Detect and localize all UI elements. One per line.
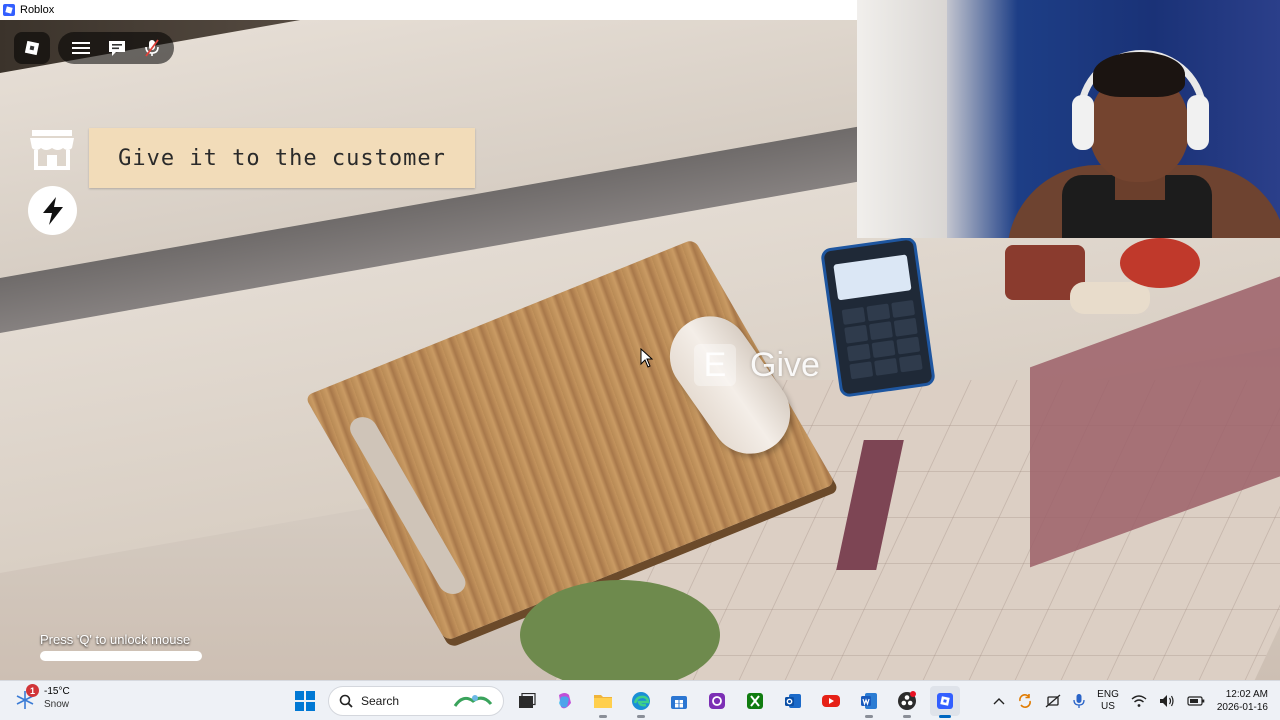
file-explorer-icon[interactable] — [588, 686, 618, 718]
interact-label: Give — [750, 345, 820, 384]
hamburger-menu-icon[interactable] — [72, 41, 90, 55]
purple-app-icon[interactable] — [702, 686, 732, 716]
webcam-person-hair — [1093, 52, 1185, 97]
webcam-curtain — [857, 0, 947, 238]
weather-widget[interactable]: 1 -15°C Snow — [14, 684, 70, 711]
edge-browser-icon[interactable] — [626, 686, 656, 718]
window-title: Roblox — [20, 4, 55, 16]
roblox-menu-button[interactable] — [14, 32, 50, 64]
word-icon[interactable] — [854, 686, 884, 718]
search-icon — [339, 694, 353, 708]
windows-start-icon[interactable] — [290, 686, 320, 716]
window-titlebar: Roblox — [0, 0, 857, 20]
sauce-bottle — [1070, 282, 1150, 314]
unlock-mouse-text: Press 'Q' to unlock mouse — [40, 632, 191, 647]
taskbar-apps: Search — [290, 685, 960, 718]
headset-right-cup — [1187, 95, 1209, 150]
search-highlight-icon — [453, 695, 493, 707]
weather-notification-badge: 1 — [26, 684, 39, 697]
terminal-keypad — [841, 299, 923, 380]
clock-date: 2026-01-16 — [1216, 702, 1268, 713]
roblox-topbar — [14, 32, 174, 64]
task-view-icon[interactable] — [512, 686, 542, 716]
interact-key: E — [694, 344, 736, 386]
wifi-icon[interactable] — [1131, 694, 1147, 708]
unlock-mouse-bar — [40, 651, 202, 661]
sync-icon[interactable] — [1017, 693, 1033, 709]
taskbar-search-box[interactable]: Search — [328, 686, 504, 716]
roblox-controls-group — [58, 32, 174, 64]
search-label: Search — [361, 694, 400, 708]
chevron-up-icon[interactable] — [993, 696, 1005, 706]
system-clock[interactable]: 12:02 AM 2026-01-16 — [1217, 688, 1268, 714]
windows-taskbar: 1 -15°C Snow Search ENG US 12:02 AM 2026… — [0, 680, 1280, 720]
screen: Roblox Give it to the customer E Give Pr… — [0, 0, 1280, 720]
weather-temperature: -15°C — [44, 686, 70, 697]
youtube-icon[interactable] — [816, 686, 846, 716]
task-objective-banner: Give it to the customer — [89, 128, 475, 188]
chat-icon[interactable] — [108, 40, 126, 57]
clock-time: 12:02 AM — [1225, 689, 1268, 700]
roblox-logo-icon — [24, 40, 40, 56]
copilot-icon[interactable] — [550, 686, 580, 716]
roblox-app-icon — [3, 4, 15, 16]
battery-icon[interactable] — [1187, 695, 1205, 707]
volume-icon[interactable] — [1159, 694, 1175, 708]
input-language[interactable]: ENG US — [1097, 689, 1119, 713]
payment-terminal[interactable] — [820, 236, 936, 398]
snow-weather-icon: 1 — [14, 684, 39, 710]
cabbage — [520, 580, 720, 680]
weather-condition: Snow — [44, 699, 70, 710]
webcam-overlay — [857, 0, 1280, 238]
xbox-icon[interactable] — [740, 686, 770, 716]
terminal-screen — [833, 254, 912, 301]
system-tray: ENG US 12:02 AM 2026-01-16 — [993, 685, 1268, 717]
shop-icon[interactable] — [28, 128, 76, 177]
unlock-mouse-hint: Press 'Q' to unlock mouse — [40, 632, 202, 661]
microphone-icon[interactable] — [1073, 693, 1085, 709]
obs-studio-icon[interactable] — [892, 686, 922, 718]
roblox-taskbar-icon[interactable] — [930, 686, 960, 718]
network-off-icon[interactable] — [1045, 693, 1061, 709]
task-objective-text: Give it to the customer — [118, 145, 446, 171]
headset-left-cup — [1072, 95, 1094, 150]
tomato-slices — [1120, 238, 1200, 288]
mouse-cursor-icon — [640, 348, 654, 368]
language-code: ENG — [1097, 689, 1119, 700]
microsoft-store-icon[interactable] — [664, 686, 694, 716]
microphone-muted-icon[interactable] — [144, 39, 160, 57]
interaction-prompt[interactable]: E Give — [694, 344, 820, 386]
outlook-icon[interactable] — [778, 686, 808, 716]
lightning-bolt-icon[interactable] — [28, 186, 77, 235]
language-region: US — [1101, 701, 1115, 712]
